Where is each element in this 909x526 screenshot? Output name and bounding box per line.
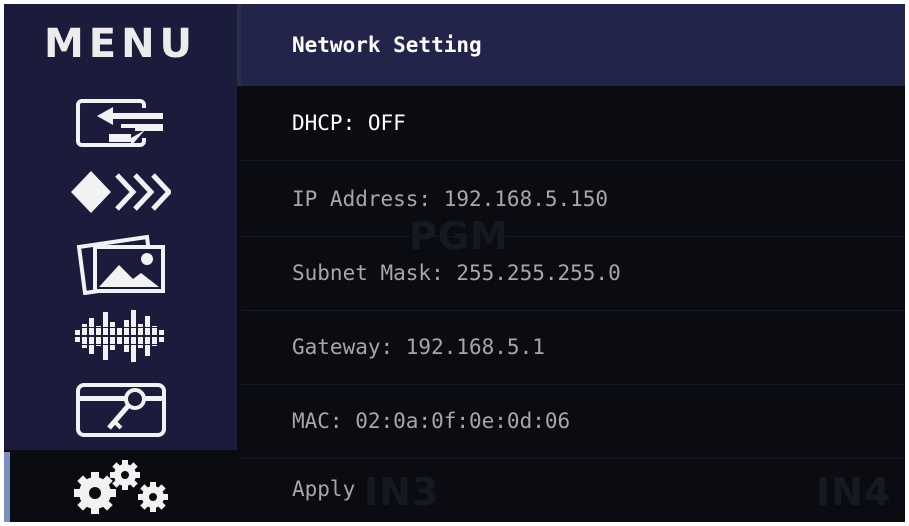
mac-value: MAC: 02:0a:0f:0e:0d:06: [292, 409, 571, 433]
menu-title: MENU: [43, 21, 198, 67]
sidebar-item-picture[interactable]: [4, 228, 237, 300]
sidebar-item-input-switch[interactable]: [4, 88, 237, 160]
selection-indicator: [4, 452, 10, 522]
sidebar-menu: MENU: [4, 4, 237, 522]
gateway-value: Gateway: 192.168.5.1: [292, 335, 545, 359]
subnet-mask-row[interactable]: Subnet Mask: 255.255.255.0: [241, 236, 905, 311]
transition-icon: [70, 171, 171, 213]
apply-label: Apply: [292, 477, 356, 501]
key-card-icon: [75, 383, 166, 437]
dhcp-value: DHCP: OFF: [292, 111, 406, 135]
picture-icon: [76, 234, 165, 295]
device-screen: PGM IN3 IN4 MENU Network Setting DHCP: O…: [4, 4, 905, 522]
network-setting-header: Network Setting: [241, 4, 905, 86]
ip-address-row[interactable]: IP Address: 192.168.5.150: [241, 162, 905, 237]
input-switch-icon: [75, 99, 167, 147]
mac-row: MAC: 02:0a:0f:0e:0d:06: [241, 384, 905, 459]
page-title: Network Setting: [292, 33, 482, 57]
gateway-row[interactable]: Gateway: 192.168.5.1: [241, 310, 905, 385]
sidebar-item-key[interactable]: [4, 374, 237, 446]
audio-icon: [70, 310, 171, 362]
ip-address-value: IP Address: 192.168.5.150: [292, 187, 609, 211]
subnet-mask-value: Subnet Mask: 255.255.255.0: [292, 261, 621, 285]
apply-button[interactable]: Apply: [241, 456, 905, 522]
settings-icon: [73, 460, 168, 514]
dhcp-row[interactable]: DHCP: OFF: [241, 86, 905, 161]
sidebar-item-settings[interactable]: [4, 450, 237, 522]
sidebar-item-audio[interactable]: [4, 300, 237, 372]
sidebar-item-transition[interactable]: [4, 156, 237, 228]
